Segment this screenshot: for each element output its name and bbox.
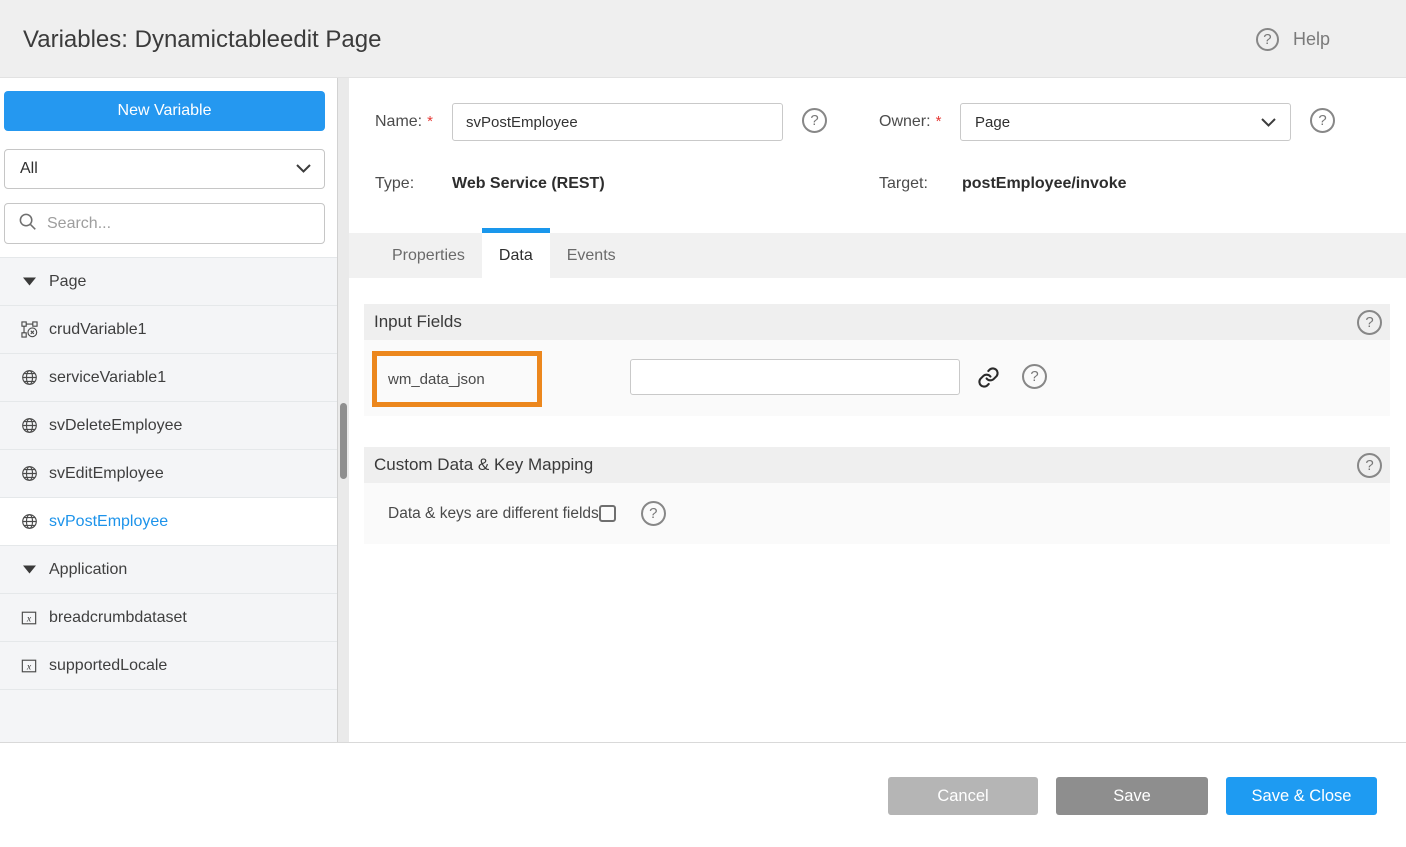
list-item-breadcrumbdataset[interactable]: x breadcrumbdataset	[0, 594, 337, 642]
name-input[interactable]	[452, 103, 783, 141]
input-fields-help-icon[interactable]: ?	[1357, 310, 1382, 335]
tab-events[interactable]: Events	[550, 233, 633, 278]
model-variable-icon: x	[20, 610, 38, 626]
different-fields-label: Data & keys are different fields	[388, 505, 599, 523]
tab-data[interactable]: Data	[482, 228, 550, 283]
crud-variable-icon	[20, 321, 38, 338]
variable-filter-select[interactable]: All	[4, 149, 325, 189]
tab-bar: Properties Data Events	[349, 233, 1406, 278]
bind-link-icon[interactable]	[977, 366, 1000, 394]
search-box	[4, 203, 325, 244]
dialog-header: Variables: Dynamictableedit Page ? Help	[0, 0, 1406, 78]
field-label-wm-data-json: wm_data_json	[388, 371, 485, 388]
input-fields-body: wm_data_json ?	[364, 340, 1390, 416]
save-button[interactable]: Save	[1056, 777, 1208, 815]
caret-down-icon	[20, 277, 38, 286]
item-label: breadcrumbdataset	[49, 609, 187, 627]
required-asterisk: *	[427, 113, 433, 130]
group-row-application[interactable]: Application	[0, 546, 337, 594]
scrollbar-thumb[interactable]	[340, 403, 347, 479]
caret-down-icon	[20, 565, 38, 574]
sidebar-scrollbar[interactable]	[337, 78, 349, 742]
question-circle-icon: ?	[1256, 28, 1279, 51]
search-input[interactable]	[47, 215, 314, 233]
item-label: svEditEmployee	[49, 465, 164, 483]
section-title: Custom Data & Key Mapping	[374, 455, 593, 475]
web-service-icon	[20, 513, 38, 530]
owner-select[interactable]: Page	[960, 103, 1291, 141]
annotation-highlight-box: wm_data_json	[372, 351, 542, 407]
svg-text:x: x	[26, 661, 32, 672]
help-button[interactable]: ? Help	[1256, 28, 1330, 51]
web-service-icon	[20, 417, 38, 434]
item-label: crudVariable1	[49, 321, 147, 339]
chevron-down-icon	[296, 160, 311, 178]
input-fields-header: Input Fields ?	[364, 304, 1390, 340]
list-item-svEditEmployee[interactable]: svEditEmployee	[0, 450, 337, 498]
checkbox-help-icon[interactable]: ?	[641, 501, 666, 526]
svg-text:x: x	[26, 613, 32, 624]
item-label: svPostEmployee	[49, 513, 168, 531]
field-help-icon[interactable]: ?	[1022, 364, 1047, 389]
custom-mapping-header: Custom Data & Key Mapping ?	[364, 447, 1390, 483]
custom-mapping-help-icon[interactable]: ?	[1357, 453, 1382, 478]
save-and-close-button[interactable]: Save & Close	[1226, 777, 1377, 815]
cancel-button[interactable]: Cancel	[888, 777, 1038, 815]
dialog-footer: Cancel Save Save & Close	[0, 743, 1406, 847]
list-item-supportedLocale[interactable]: x supportedLocale	[0, 642, 337, 690]
search-icon	[18, 212, 37, 236]
help-label: Help	[1293, 29, 1330, 50]
different-fields-checkbox[interactable]	[599, 505, 616, 522]
list-item-svDeleteEmployee[interactable]: svDeleteEmployee	[0, 402, 337, 450]
filter-selected-value: All	[20, 160, 38, 178]
variable-list: Page crudVariable1 serviceVariable1 svDe…	[0, 257, 337, 742]
name-help-icon[interactable]: ?	[802, 108, 827, 133]
owner-label: Owner:*	[879, 113, 941, 131]
name-label: Name:*	[375, 113, 433, 131]
page-title: Variables: Dynamictableedit Page	[23, 26, 381, 54]
target-label: Target:	[879, 175, 928, 193]
sidebar: New Variable All Page	[0, 78, 337, 742]
list-item-serviceVariable1[interactable]: serviceVariable1	[0, 354, 337, 402]
list-item-crudVariable1[interactable]: crudVariable1	[0, 306, 337, 354]
owner-help-icon[interactable]: ?	[1310, 108, 1335, 133]
main-panel: Name:* ? Owner:* Page ? Type: Web Servic…	[349, 78, 1406, 742]
required-asterisk: *	[936, 113, 942, 130]
web-service-icon	[20, 465, 38, 482]
section-title: Input Fields	[374, 312, 462, 332]
list-item-svPostEmployee[interactable]: svPostEmployee	[0, 498, 337, 546]
item-label: svDeleteEmployee	[49, 417, 182, 435]
custom-mapping-body: Data & keys are different fields ?	[364, 483, 1390, 544]
tab-properties[interactable]: Properties	[375, 233, 482, 278]
owner-selected-value: Page	[975, 114, 1010, 131]
model-variable-icon: x	[20, 658, 38, 674]
variables-dialog: Variables: Dynamictableedit Page ? Help …	[0, 0, 1406, 847]
group-row-page[interactable]: Page	[0, 258, 337, 306]
type-value: Web Service (REST)	[452, 175, 605, 193]
target-value: postEmployee/invoke	[962, 175, 1127, 193]
new-variable-button[interactable]: New Variable	[4, 91, 325, 131]
wm-data-json-value-input[interactable]	[630, 359, 960, 395]
group-label: Application	[49, 561, 127, 579]
item-label: supportedLocale	[49, 657, 167, 675]
input-fields-section: Input Fields ? wm_data_json ?	[364, 304, 1390, 416]
custom-mapping-section: Custom Data & Key Mapping ? Data & keys …	[364, 447, 1390, 544]
type-label: Type:	[375, 175, 414, 193]
chevron-down-icon	[1261, 114, 1276, 131]
web-service-icon	[20, 369, 38, 386]
item-label: serviceVariable1	[49, 369, 166, 387]
group-label: Page	[49, 273, 86, 291]
